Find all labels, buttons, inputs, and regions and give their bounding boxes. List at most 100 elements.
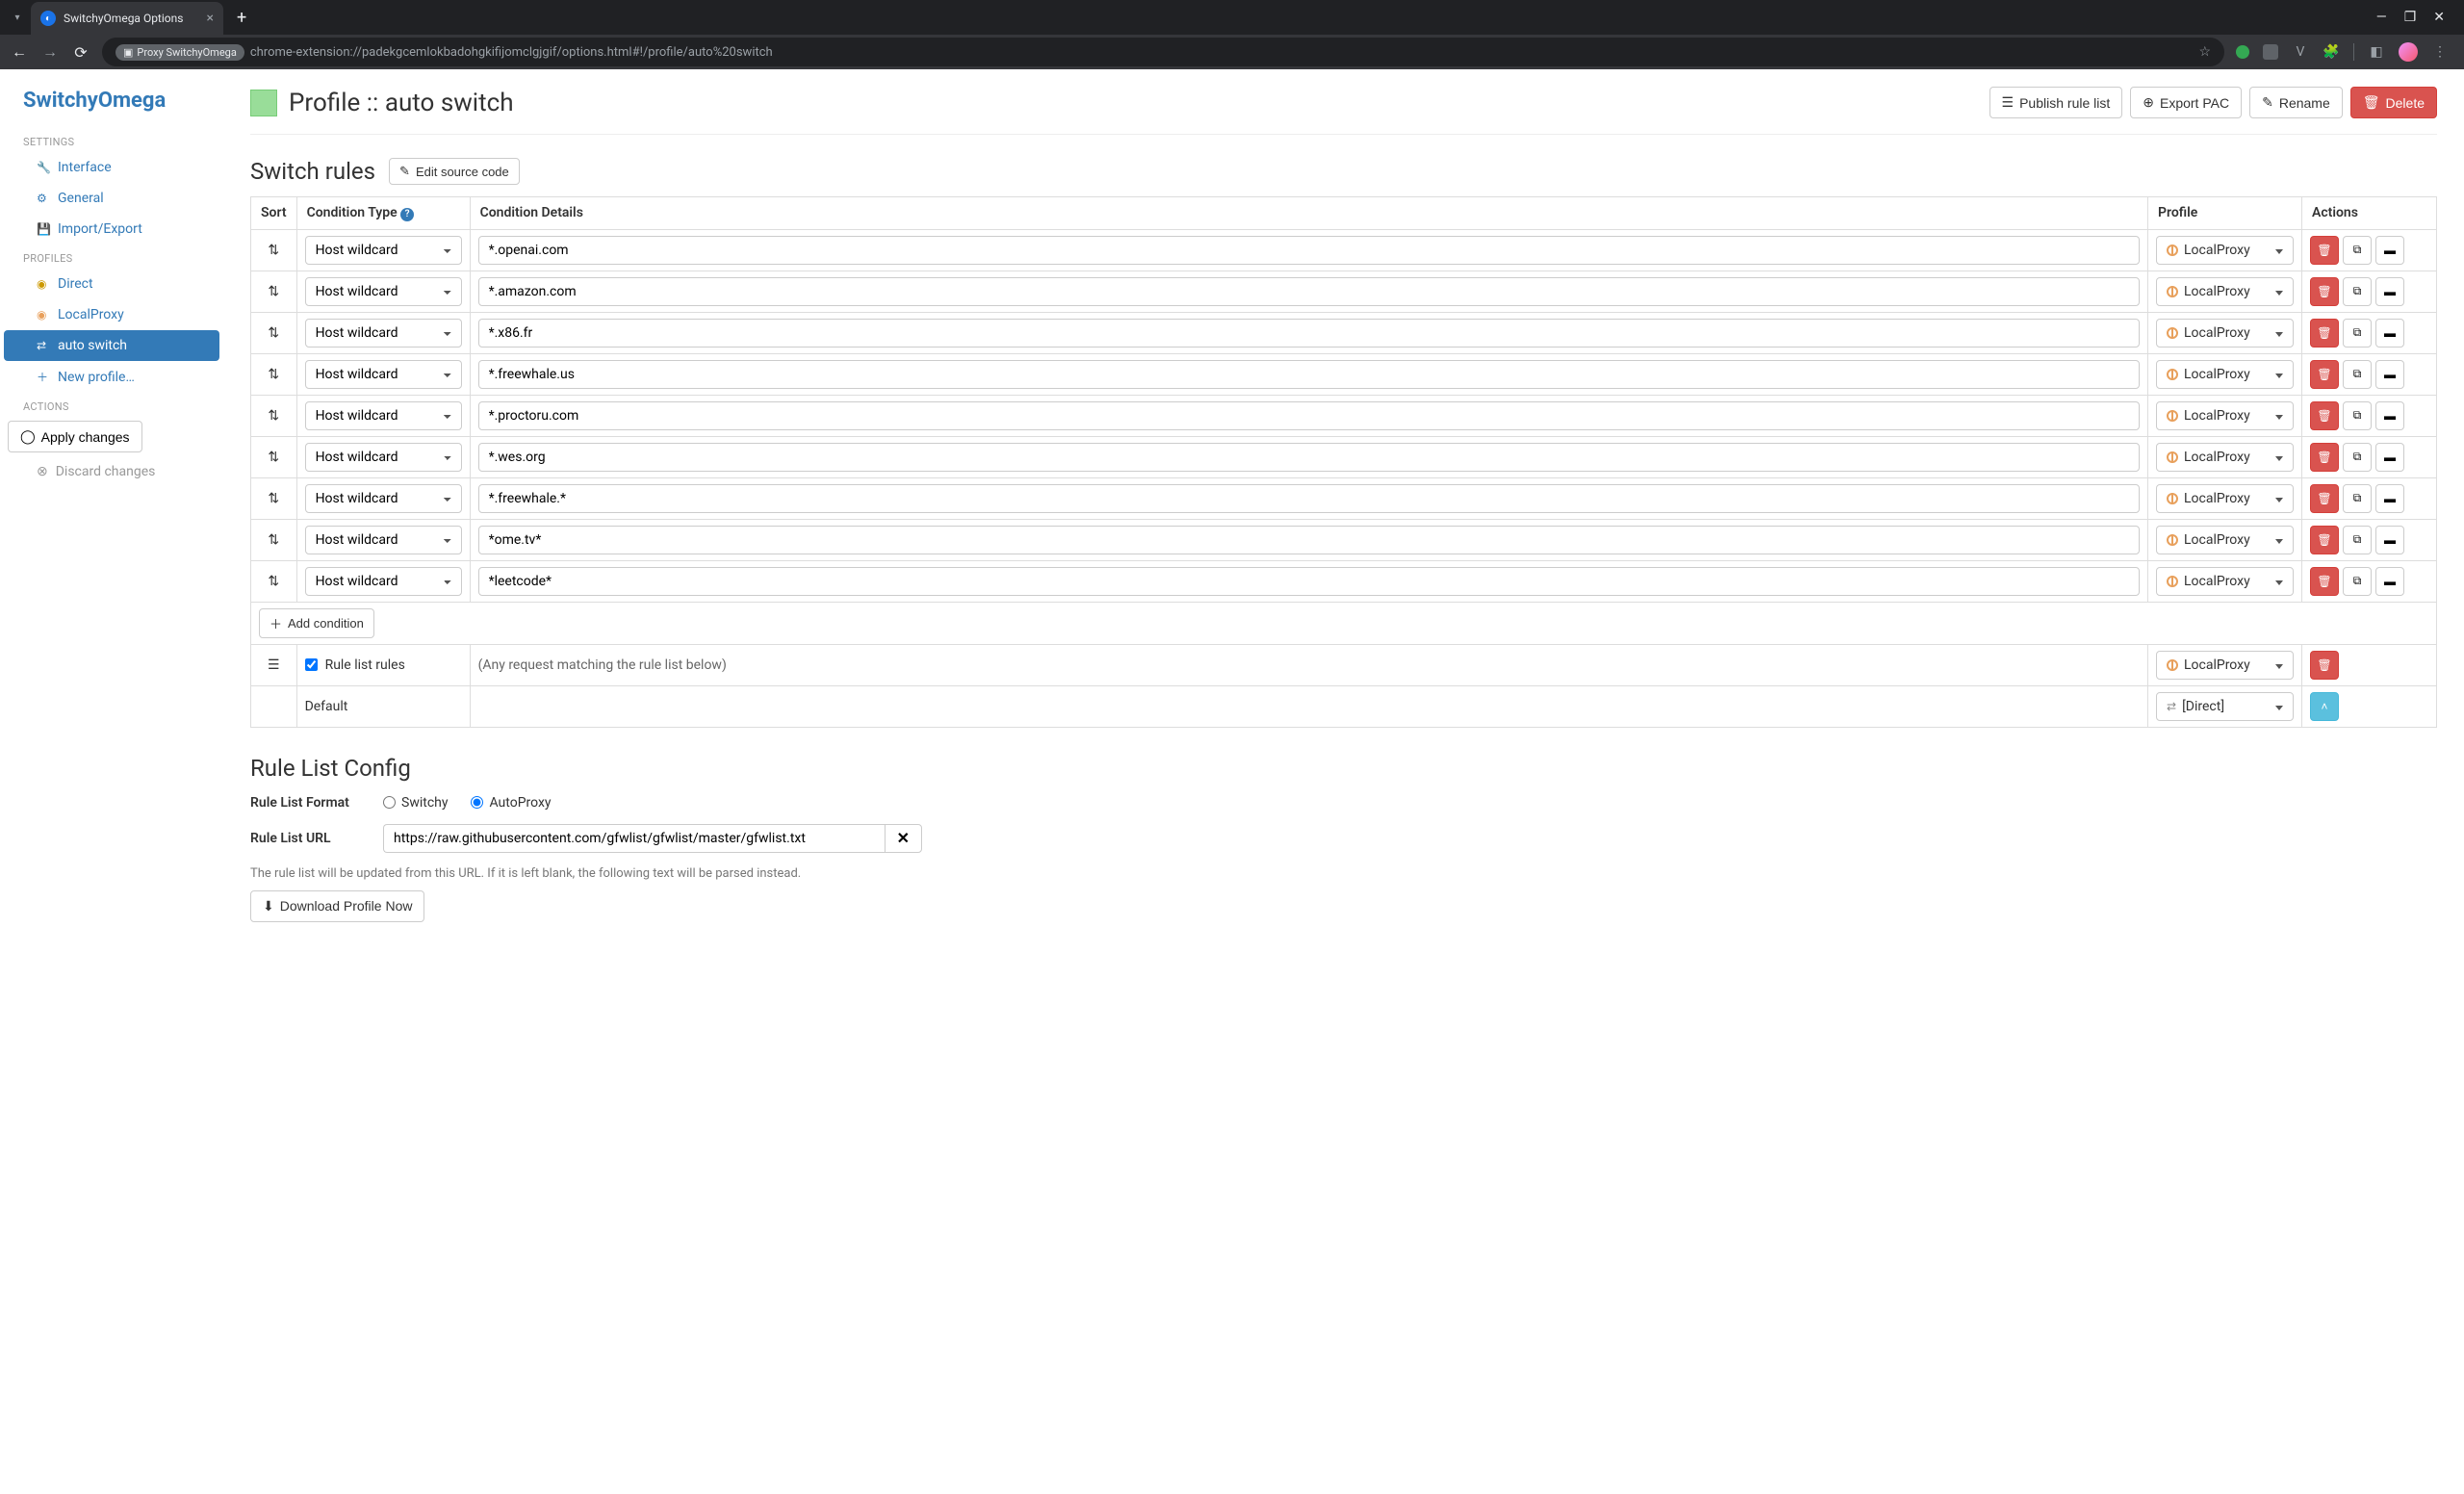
note-rule-button[interactable]: ▬ — [2375, 360, 2404, 389]
sidebar-item-general[interactable]: ⚙ General — [0, 183, 223, 214]
clone-rule-button[interactable]: ⧉ — [2343, 567, 2372, 596]
format-autoproxy-radio[interactable]: AutoProxy — [471, 795, 551, 811]
condition-type-select[interactable]: Host wildcard — [305, 567, 462, 596]
rule-list-url-input[interactable] — [383, 824, 885, 853]
back-icon[interactable]: ← — [10, 42, 29, 62]
profile-select[interactable]: LocalProxy — [2156, 277, 2294, 306]
condition-details-input[interactable] — [478, 526, 2140, 554]
sort-handle[interactable]: ⇅ — [251, 395, 297, 436]
note-rule-button[interactable]: ▬ — [2375, 484, 2404, 513]
condition-type-select[interactable]: Host wildcard — [305, 360, 462, 389]
clone-rule-button[interactable]: ⧉ — [2343, 443, 2372, 472]
omnibox[interactable]: ▣ Proxy SwitchyOmega chrome-extension://… — [102, 38, 2224, 66]
switchy-radio-input[interactable] — [383, 796, 396, 809]
condition-details-input[interactable] — [478, 567, 2140, 596]
rule-list-checkbox[interactable] — [305, 658, 318, 671]
condition-details-input[interactable] — [478, 319, 2140, 348]
clone-rule-button[interactable]: ⧉ — [2343, 277, 2372, 306]
condition-type-select[interactable]: Host wildcard — [305, 236, 462, 265]
clear-url-button[interactable]: ✕ — [885, 824, 922, 853]
condition-details-input[interactable] — [478, 484, 2140, 513]
ext-green-dot-icon[interactable] — [2236, 45, 2249, 59]
note-rule-button[interactable]: ▬ — [2375, 567, 2404, 596]
new-tab-button[interactable]: + — [227, 8, 256, 28]
condition-type-select[interactable]: Host wildcard — [305, 443, 462, 472]
autoproxy-radio-input[interactable] — [471, 796, 483, 809]
delete-rule-button[interactable]: 🗑 — [2310, 236, 2339, 265]
move-up-button[interactable]: ˄ — [2310, 692, 2339, 721]
sidebar-item-localproxy[interactable]: ◉ LocalProxy — [0, 299, 223, 330]
condition-details-input[interactable] — [478, 360, 2140, 389]
clone-rule-button[interactable]: ⧉ — [2343, 526, 2372, 554]
edit-source-button[interactable]: ✎Edit source code — [389, 158, 520, 185]
sort-handle[interactable]: ⇅ — [251, 477, 297, 519]
note-rule-button[interactable]: ▬ — [2375, 236, 2404, 265]
delete-rule-button[interactable]: 🗑 — [2310, 526, 2339, 554]
profile-select[interactable]: LocalProxy — [2156, 484, 2294, 513]
extensions-puzzle-icon[interactable]: 🧩 — [2323, 43, 2340, 61]
reload-icon[interactable]: ⟳ — [71, 43, 90, 62]
sort-handle[interactable]: ⇅ — [251, 353, 297, 395]
menu-dots-icon[interactable]: ⋮ — [2431, 43, 2449, 61]
forward-icon[interactable]: → — [40, 42, 60, 62]
sidebar-item-import-export[interactable]: 💾 Import/Export — [0, 214, 223, 245]
note-rule-button[interactable]: ▬ — [2375, 526, 2404, 554]
clone-rule-button[interactable]: ⧉ — [2343, 401, 2372, 430]
tabs-dropdown-icon[interactable]: ▾ — [8, 8, 27, 27]
sidebar-item-auto-switch[interactable]: ⇄ auto switch — [4, 330, 219, 361]
condition-details-input[interactable] — [478, 277, 2140, 306]
profile-select[interactable]: LocalProxy — [2156, 319, 2294, 348]
rule-list-checkbox-label[interactable]: Rule list rules — [305, 657, 462, 673]
sort-handle[interactable]: ⇅ — [251, 560, 297, 602]
close-icon[interactable]: × — [207, 11, 214, 26]
sort-handle[interactable]: ⇅ — [251, 312, 297, 353]
close-window-icon[interactable]: ✕ — [2433, 10, 2445, 25]
condition-type-select[interactable]: Host wildcard — [305, 526, 462, 554]
rule-list-profile-select[interactable]: LocalProxy — [2156, 651, 2294, 680]
condition-type-select[interactable]: Host wildcard — [305, 401, 462, 430]
apply-changes-button[interactable]: ◯ Apply changes — [8, 421, 142, 452]
profile-select[interactable]: LocalProxy — [2156, 443, 2294, 472]
sort-handle[interactable]: ⇅ — [251, 436, 297, 477]
delete-rule-button[interactable]: 🗑 — [2310, 360, 2339, 389]
delete-rule-button[interactable]: 🗑 — [2310, 319, 2339, 348]
clone-rule-button[interactable]: ⧉ — [2343, 236, 2372, 265]
delete-rule-button[interactable]: 🗑 — [2310, 567, 2339, 596]
profile-select[interactable]: LocalProxy — [2156, 401, 2294, 430]
delete-button[interactable]: 🗑Delete — [2350, 87, 2437, 118]
bookmark-star-icon[interactable]: ☆ — [2198, 44, 2211, 60]
clone-rule-button[interactable]: ⧉ — [2343, 360, 2372, 389]
condition-details-input[interactable] — [478, 443, 2140, 472]
rename-button[interactable]: ✎Rename — [2249, 87, 2343, 118]
help-icon[interactable]: ? — [400, 208, 414, 221]
download-profile-button[interactable]: ⬇ Download Profile Now — [250, 890, 424, 922]
delete-rule-button[interactable]: 🗑 — [2310, 401, 2339, 430]
condition-type-select[interactable]: Host wildcard — [305, 319, 462, 348]
profile-avatar-icon[interactable] — [2399, 42, 2418, 62]
sidebar-item-new-profile[interactable]: ＋ New profile… — [0, 361, 223, 393]
brand-title[interactable]: SwitchyOmega — [0, 85, 223, 128]
condition-type-select[interactable]: Host wildcard — [305, 484, 462, 513]
sort-handle[interactable]: ⇅ — [251, 519, 297, 560]
format-switchy-radio[interactable]: Switchy — [383, 795, 448, 811]
note-rule-button[interactable]: ▬ — [2375, 443, 2404, 472]
clone-rule-button[interactable]: ⧉ — [2343, 484, 2372, 513]
sidebar-item-interface[interactable]: 🔧 Interface — [0, 152, 223, 183]
maximize-icon[interactable]: ❐ — [2404, 10, 2417, 25]
publish-rule-list-button[interactable]: ☰Publish rule list — [1989, 87, 2123, 118]
ext-v-icon[interactable]: V — [2292, 43, 2309, 61]
note-rule-button[interactable]: ▬ — [2375, 277, 2404, 306]
delete-rule-button[interactable]: 🗑 — [2310, 277, 2339, 306]
delete-rule-button[interactable]: 🗑 — [2310, 484, 2339, 513]
profile-color-swatch[interactable] — [250, 90, 277, 116]
profile-select[interactable]: LocalProxy — [2156, 526, 2294, 554]
note-rule-button[interactable]: ▬ — [2375, 401, 2404, 430]
delete-rule-list-button[interactable]: 🗑 — [2310, 651, 2339, 680]
sort-handle[interactable]: ⇅ — [251, 270, 297, 312]
default-profile-select[interactable]: ⇄ [Direct] — [2156, 692, 2294, 721]
profile-select[interactable]: LocalProxy — [2156, 236, 2294, 265]
condition-type-select[interactable]: Host wildcard — [305, 277, 462, 306]
condition-details-input[interactable] — [478, 401, 2140, 430]
add-condition-button[interactable]: ＋Add condition — [259, 608, 374, 638]
clone-rule-button[interactable]: ⧉ — [2343, 319, 2372, 348]
